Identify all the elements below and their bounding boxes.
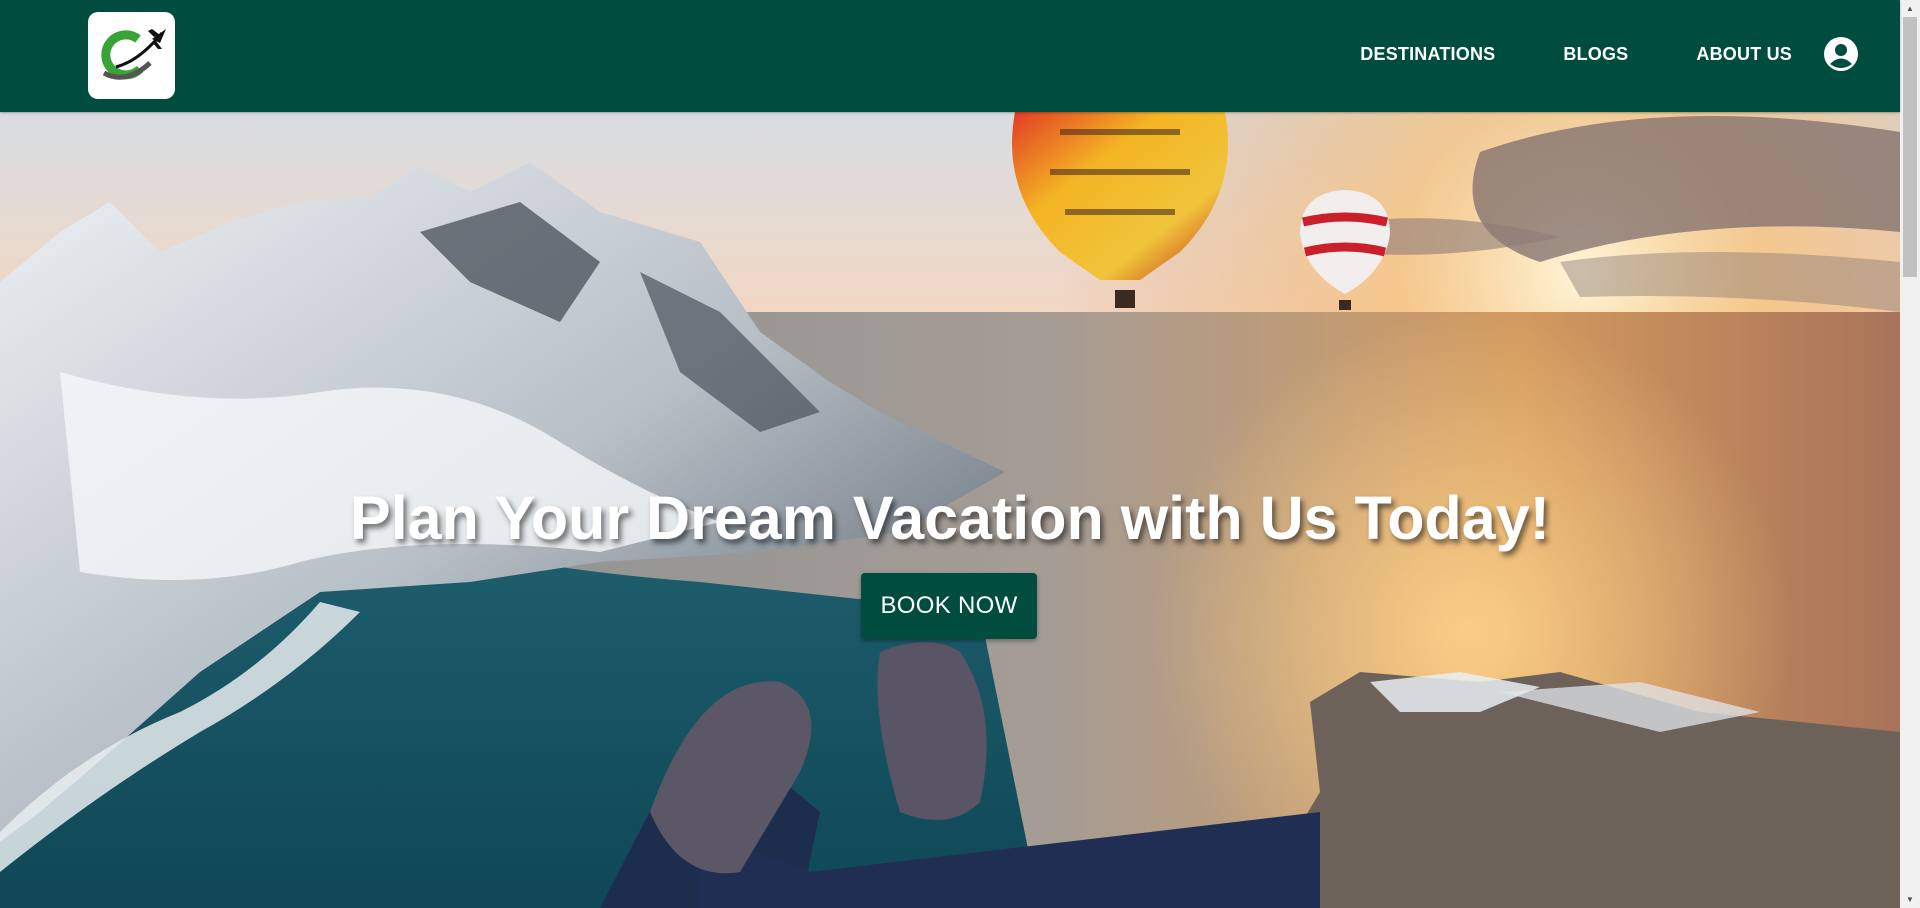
- hero-title: Plan Your Dream Vacation with Us Today!: [350, 484, 1550, 552]
- top-navbar: DESTINATIONS BLOGS ABOUT US: [0, 0, 1900, 112]
- nav-links: DESTINATIONS BLOGS ABOUT US: [1360, 0, 1900, 108]
- scroll-down-arrow-icon[interactable]: ▼: [1900, 891, 1920, 908]
- nav-link-destinations[interactable]: DESTINATIONS: [1360, 44, 1495, 65]
- scroll-up-arrow-icon[interactable]: ▲: [1900, 0, 1920, 17]
- nav-link-blogs[interactable]: BLOGS: [1563, 44, 1628, 65]
- hero-section: Plan Your Dream Vacation with Us Today! …: [0, 112, 1900, 908]
- account-circle-icon[interactable]: [1824, 37, 1858, 71]
- nav-link-about-us[interactable]: ABOUT US: [1696, 44, 1792, 65]
- book-now-button[interactable]: BOOK NOW: [861, 573, 1037, 639]
- site-logo[interactable]: [88, 12, 175, 99]
- page-scrollbar[interactable]: ▲ ▼: [1900, 0, 1920, 908]
- scroll-thumb[interactable]: [1903, 17, 1917, 277]
- plane-logo-icon: [100, 28, 166, 80]
